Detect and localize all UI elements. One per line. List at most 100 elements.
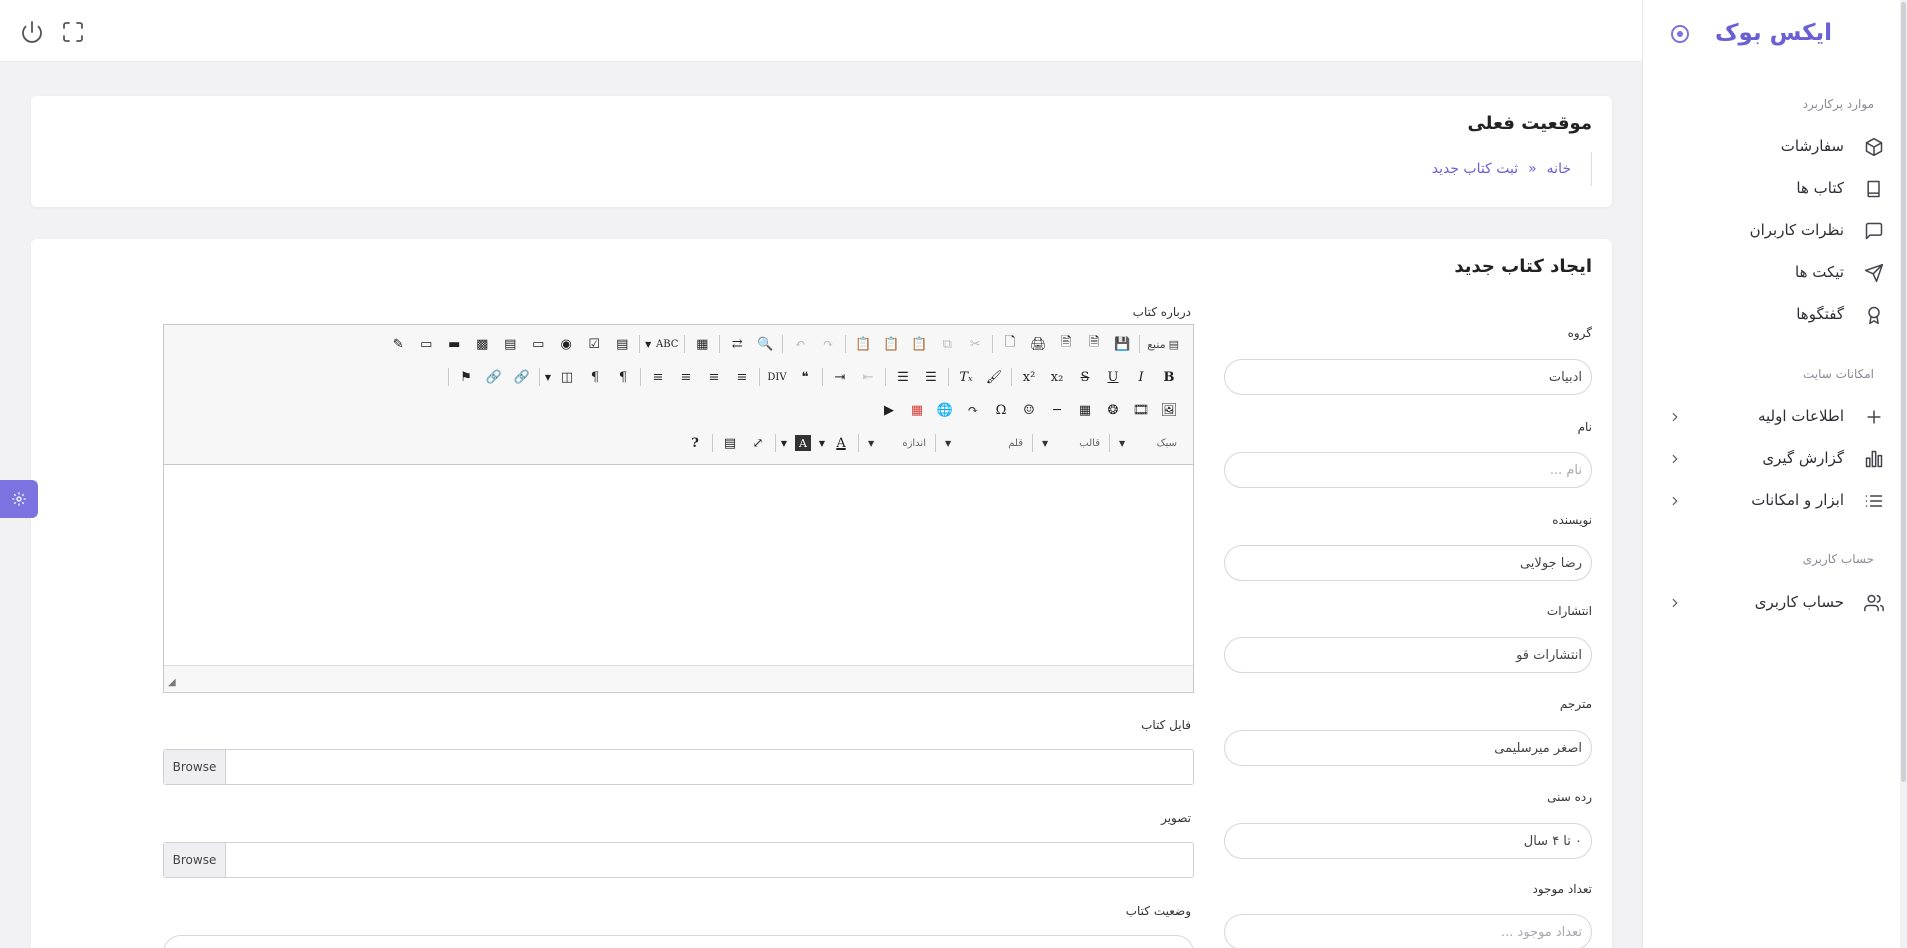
smiley-icon[interactable]: ☺ (1015, 398, 1043, 422)
breadcrumb-home-link[interactable]: خانه (1547, 161, 1571, 177)
remove-format-icon[interactable]: Tₓ (952, 365, 980, 389)
resize-handle-icon[interactable]: ◢ (168, 677, 176, 688)
hidden-field-icon[interactable]: ✎ (384, 332, 412, 356)
sidebar-item-user-comments[interactable]: نظرات کاربران (1649, 214, 1907, 248)
iframe-icon[interactable]: 🌐 (931, 398, 959, 422)
blockquote-icon[interactable]: ❝ (791, 365, 819, 389)
author-input[interactable]: رضا جولایی (1224, 545, 1592, 581)
font-combo[interactable]: قلم ▼ (939, 432, 1029, 454)
scrollbar-thumb[interactable] (1901, 2, 1906, 782)
increase-indent-icon[interactable]: ⇥ (826, 365, 854, 389)
sidebar-item-conversations[interactable]: گفتگوها (1649, 298, 1907, 332)
italic-icon[interactable]: I (1127, 365, 1155, 389)
strikethrough-icon[interactable]: S (1071, 365, 1099, 389)
align-center-icon[interactable]: ≡ (700, 365, 728, 389)
language-icon[interactable]: ◫ (553, 365, 581, 389)
horizontal-line-icon[interactable]: ─ (1043, 398, 1071, 422)
decrease-indent-icon[interactable]: ⇤ (854, 365, 882, 389)
book-status-select[interactable] (163, 935, 1194, 948)
align-left-icon[interactable]: ≡ (728, 365, 756, 389)
sidebar-item-base-info[interactable]: اطلاعات اولیه (1649, 400, 1907, 434)
settings-gear-icon[interactable] (0, 480, 38, 518)
compass-icon[interactable]: ❂ (1099, 398, 1127, 422)
size-combo[interactable]: اندازه ▼ (862, 432, 932, 454)
sidebar-item-tickets[interactable]: تیکت ها (1649, 256, 1907, 290)
grid-icon[interactable]: ▦ (903, 398, 931, 422)
div-container-icon[interactable]: DIV (763, 365, 791, 389)
sidebar-item-account[interactable]: حساب کاربری (1649, 586, 1907, 620)
fullscreen-icon[interactable] (61, 20, 85, 44)
bulleted-list-icon[interactable]: ☰ (889, 365, 917, 389)
textarea-icon[interactable]: ▤ (496, 332, 524, 356)
text-rtl-icon[interactable]: ¶ (581, 365, 609, 389)
anchor-icon[interactable]: ⚑ (452, 365, 480, 389)
book-file-input[interactable]: Browse (163, 749, 1194, 785)
maximize-icon[interactable]: ⤢ (744, 431, 772, 455)
help-icon[interactable]: ? (681, 431, 709, 455)
brand-logo[interactable]: ایکس بوک (1715, 20, 1832, 46)
save-icon[interactable]: 💾 (1108, 332, 1136, 356)
new-page-icon[interactable]: 🗎 (1080, 332, 1108, 356)
source-button[interactable]: ▤ منبع (1143, 332, 1183, 356)
checkbox-icon[interactable]: ☑ (580, 332, 608, 356)
select-field-icon[interactable]: ▩ (468, 332, 496, 356)
print-icon[interactable]: 🖨 (1024, 332, 1052, 356)
bg-color-icon[interactable]: A (795, 435, 811, 451)
unlink-icon[interactable]: 🔗 (480, 365, 508, 389)
youtube-icon[interactable]: ▶ (875, 398, 903, 422)
paste-icon[interactable]: 📋 (905, 332, 933, 356)
superscript-icon[interactable]: x² (1015, 365, 1043, 389)
power-icon[interactable] (20, 20, 44, 44)
textfield-icon[interactable]: ▭ (524, 332, 552, 356)
editor-content-area[interactable] (164, 465, 1193, 665)
radio-icon[interactable]: ◉ (552, 332, 580, 356)
special-char-icon[interactable]: Ω (987, 398, 1015, 422)
undo-icon[interactable]: ↶ (786, 332, 814, 356)
style-combo[interactable]: سبک ▼ (1113, 432, 1183, 454)
preview-icon[interactable]: 🖹 (1052, 332, 1080, 356)
name-input[interactable]: نام ... (1224, 452, 1592, 488)
align-justify-icon[interactable]: ≡ (644, 365, 672, 389)
breadcrumb-current-link[interactable]: ثبت کتاب جدید (1432, 161, 1518, 177)
subscript-icon[interactable]: x₂ (1043, 365, 1071, 389)
rich-text-editor[interactable]: ▤ منبع 💾 🗎 🖹 🖨 🗋 ✂ ⧉ 📋 📋 📋 ↷ ↶ 🔍 ⇄ ▦ ABC… (163, 324, 1194, 693)
templates-icon[interactable]: 🗋 (996, 332, 1024, 356)
text-color-icon[interactable]: A (827, 431, 855, 455)
copy-format-icon[interactable]: 🖌 (980, 365, 1008, 389)
image-file-input[interactable]: Browse (163, 842, 1194, 878)
underline-icon[interactable]: U (1099, 365, 1127, 389)
cut-icon[interactable]: ✂ (961, 332, 989, 356)
redo-icon[interactable]: ↷ (814, 332, 842, 356)
format-combo[interactable]: قالب ▼ (1036, 432, 1106, 454)
bg-color-dropdown-icon[interactable]: ▼ (779, 431, 789, 455)
book-file-browse-button[interactable]: Browse (164, 750, 226, 784)
align-right-icon[interactable]: ≡ (672, 365, 700, 389)
link-icon[interactable]: 🔗 (508, 365, 536, 389)
sidebar-item-reports[interactable]: گزارش گیری (1649, 442, 1907, 476)
image-icon[interactable]: 🖼 (1155, 398, 1183, 422)
language-dropdown-icon[interactable]: ▼ (543, 365, 553, 389)
translator-input[interactable]: اصغر میرسلیمی (1224, 730, 1592, 766)
spellcheck-icon[interactable]: ABC (653, 332, 681, 356)
text-ltr-icon[interactable]: ¶ (609, 365, 637, 389)
paste-word-icon[interactable]: 📋 (849, 332, 877, 356)
select-all-icon[interactable]: ▦ (688, 332, 716, 356)
sidebar-toggle-icon[interactable] (1671, 25, 1689, 43)
paste-text-icon[interactable]: 📋 (877, 332, 905, 356)
sidebar-item-tools[interactable]: ابزار و امکانات (1649, 484, 1907, 518)
replace-icon[interactable]: ⇄ (723, 332, 751, 356)
table-icon[interactable]: ▦ (1071, 398, 1099, 422)
group-select[interactable]: ادبیات (1224, 359, 1592, 395)
stock-input[interactable]: تعداد موجود ... (1224, 914, 1592, 948)
button-field-icon[interactable]: ▬ (440, 332, 468, 356)
form-icon[interactable]: ▤ (608, 332, 636, 356)
image-browse-button[interactable]: Browse (164, 843, 226, 877)
page-break-icon[interactable]: ↷ (959, 398, 987, 422)
numbered-list-icon[interactable]: ☰ (917, 365, 945, 389)
flash-icon[interactable]: 🎞 (1127, 398, 1155, 422)
find-icon[interactable]: 🔍 (751, 332, 779, 356)
text-color-dropdown-icon[interactable]: ▼ (817, 431, 827, 455)
sidebar-item-books[interactable]: کتاب ها (1649, 172, 1907, 206)
age-group-select[interactable]: ۰ تا ۴ سال (1224, 823, 1592, 859)
sidebar-item-orders[interactable]: سفارشات (1649, 130, 1907, 164)
